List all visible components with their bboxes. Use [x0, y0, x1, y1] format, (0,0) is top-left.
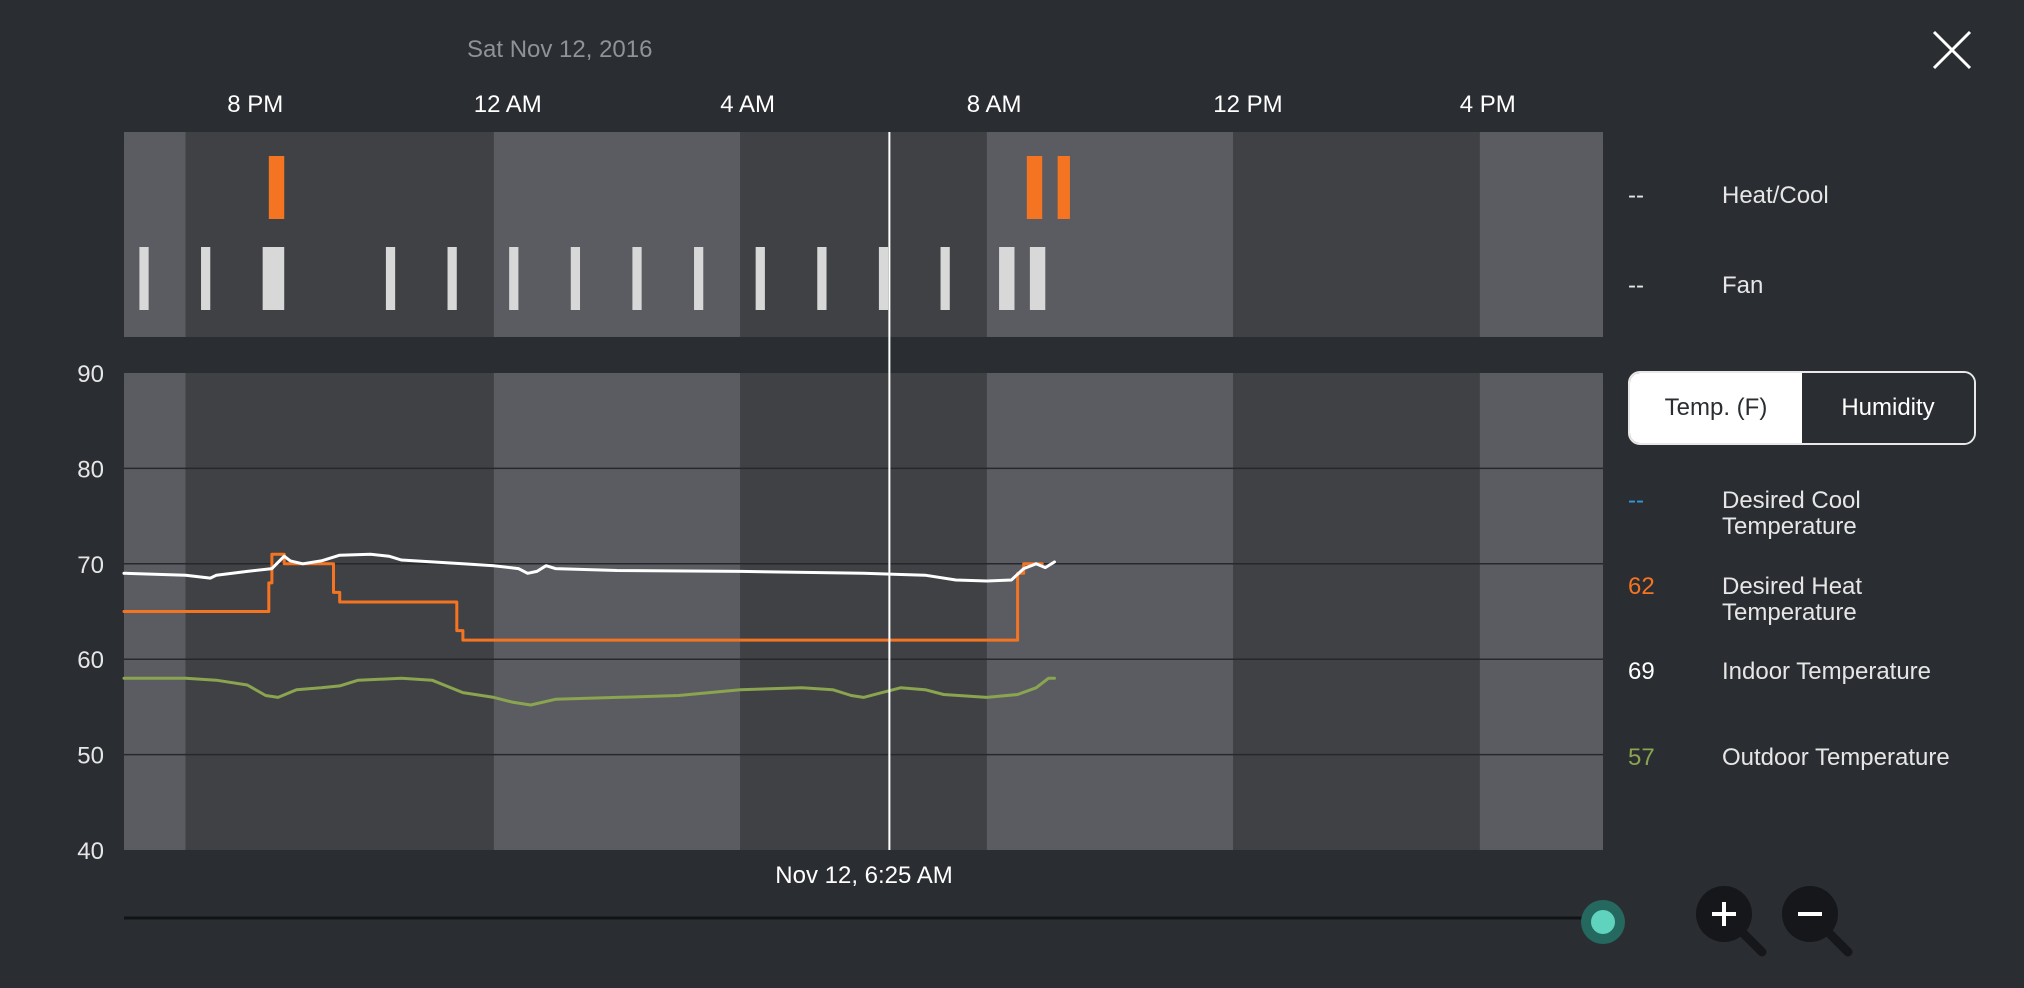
- scrub-slider-knob[interactable]: [1581, 900, 1625, 944]
- x-tick-labels: 8 PM 12 AM 4 AM 8 AM 12 PM 4 PM: [227, 91, 1516, 118]
- history-chart[interactable]: 90 80 70 60 50 40 8 PM 12 AM 4 AM 8 AM 12 PM 4 PM: [0, 0, 2024, 988]
- heat-event-bar: [1026, 156, 1043, 219]
- legend-fan-value: --: [1628, 272, 1644, 299]
- fan-event-bar: [262, 247, 285, 310]
- fan-event-bar: [999, 247, 1015, 310]
- legend-desired-cool-label: Desired Cool Temperature: [1722, 487, 1861, 540]
- y-tick-labels: 90 80 70 60 50 40: [77, 361, 104, 865]
- fan-event-bar: [447, 247, 457, 310]
- fan-event-bar: [139, 247, 149, 310]
- toggle-temp-option[interactable]: Temp. (F): [1630, 373, 1802, 443]
- legend-indoor-value: 69: [1628, 658, 1655, 685]
- fan-event-bar: [509, 247, 519, 310]
- heat-event-bar: [268, 156, 285, 219]
- fan-event-bar: [694, 247, 704, 310]
- legend-heat-cool-value: --: [1628, 182, 1644, 209]
- legend-desired-heat-value: 62: [1628, 573, 1655, 600]
- legend-heat-cool-label: Heat/Cool: [1722, 182, 1829, 209]
- heat-event-bar: [1057, 156, 1070, 219]
- y-tick-label: 60: [77, 647, 104, 674]
- zoom-out-icon: [1782, 886, 1853, 957]
- fan-event-bar: [817, 247, 827, 310]
- y-tick-label: 50: [77, 743, 104, 770]
- y-tick-label: 40: [77, 838, 104, 865]
- y-tick-label: 80: [77, 456, 104, 483]
- activity-band: [986, 132, 1234, 337]
- zoom-in-icon: [1696, 886, 1767, 957]
- activity-bands: [124, 132, 1603, 337]
- activity-band: [124, 132, 186, 337]
- fan-event-bar: [755, 247, 765, 310]
- fan-event-bar: [878, 247, 889, 310]
- fan-event-bar: [201, 247, 211, 310]
- zoom-out-button[interactable]: [1776, 880, 1856, 960]
- zoom-in-button[interactable]: [1690, 880, 1770, 960]
- y-tick-label: 90: [77, 361, 104, 388]
- x-tick-label: 12 AM: [474, 91, 542, 118]
- fan-event-bar: [570, 247, 581, 310]
- legend-desired-cool-value: --: [1628, 487, 1644, 514]
- temperature-band: [1479, 373, 1603, 850]
- temperature-band: [493, 373, 741, 850]
- legend-outdoor-label: Outdoor Temperature: [1722, 744, 1950, 771]
- legend-outdoor-value: 57: [1628, 744, 1655, 771]
- cursor-time-label: Nov 12, 6:25 AM: [775, 862, 953, 889]
- legend-desired-heat-label: Desired Heat Temperature: [1722, 573, 1863, 626]
- fan-event-bar: [1029, 247, 1046, 310]
- activity-band: [1479, 132, 1603, 337]
- x-tick-label: 12 PM: [1213, 91, 1282, 118]
- y-tick-label: 70: [77, 552, 104, 579]
- fan-event-bar: [940, 247, 950, 310]
- activity-band: [1233, 132, 1480, 337]
- fan-event-bar: [385, 247, 396, 310]
- temperature-bands: [124, 373, 1603, 850]
- temperature-band: [1233, 373, 1480, 850]
- temp-humidity-toggle: Temp. (F) Humidity: [1628, 371, 1976, 445]
- x-tick-label: 8 PM: [227, 91, 283, 118]
- temperature-band: [740, 373, 987, 850]
- temperature-band: [986, 373, 1234, 850]
- x-tick-label: 4 PM: [1460, 91, 1516, 118]
- legend-fan-label: Fan: [1722, 272, 1764, 299]
- legend-indoor-label: Indoor Temperature: [1722, 658, 1932, 685]
- x-tick-label: 8 AM: [967, 91, 1022, 118]
- fan-event-bar: [632, 247, 642, 310]
- toggle-humidity-option[interactable]: Humidity: [1802, 373, 1974, 443]
- x-tick-label: 4 AM: [720, 91, 775, 118]
